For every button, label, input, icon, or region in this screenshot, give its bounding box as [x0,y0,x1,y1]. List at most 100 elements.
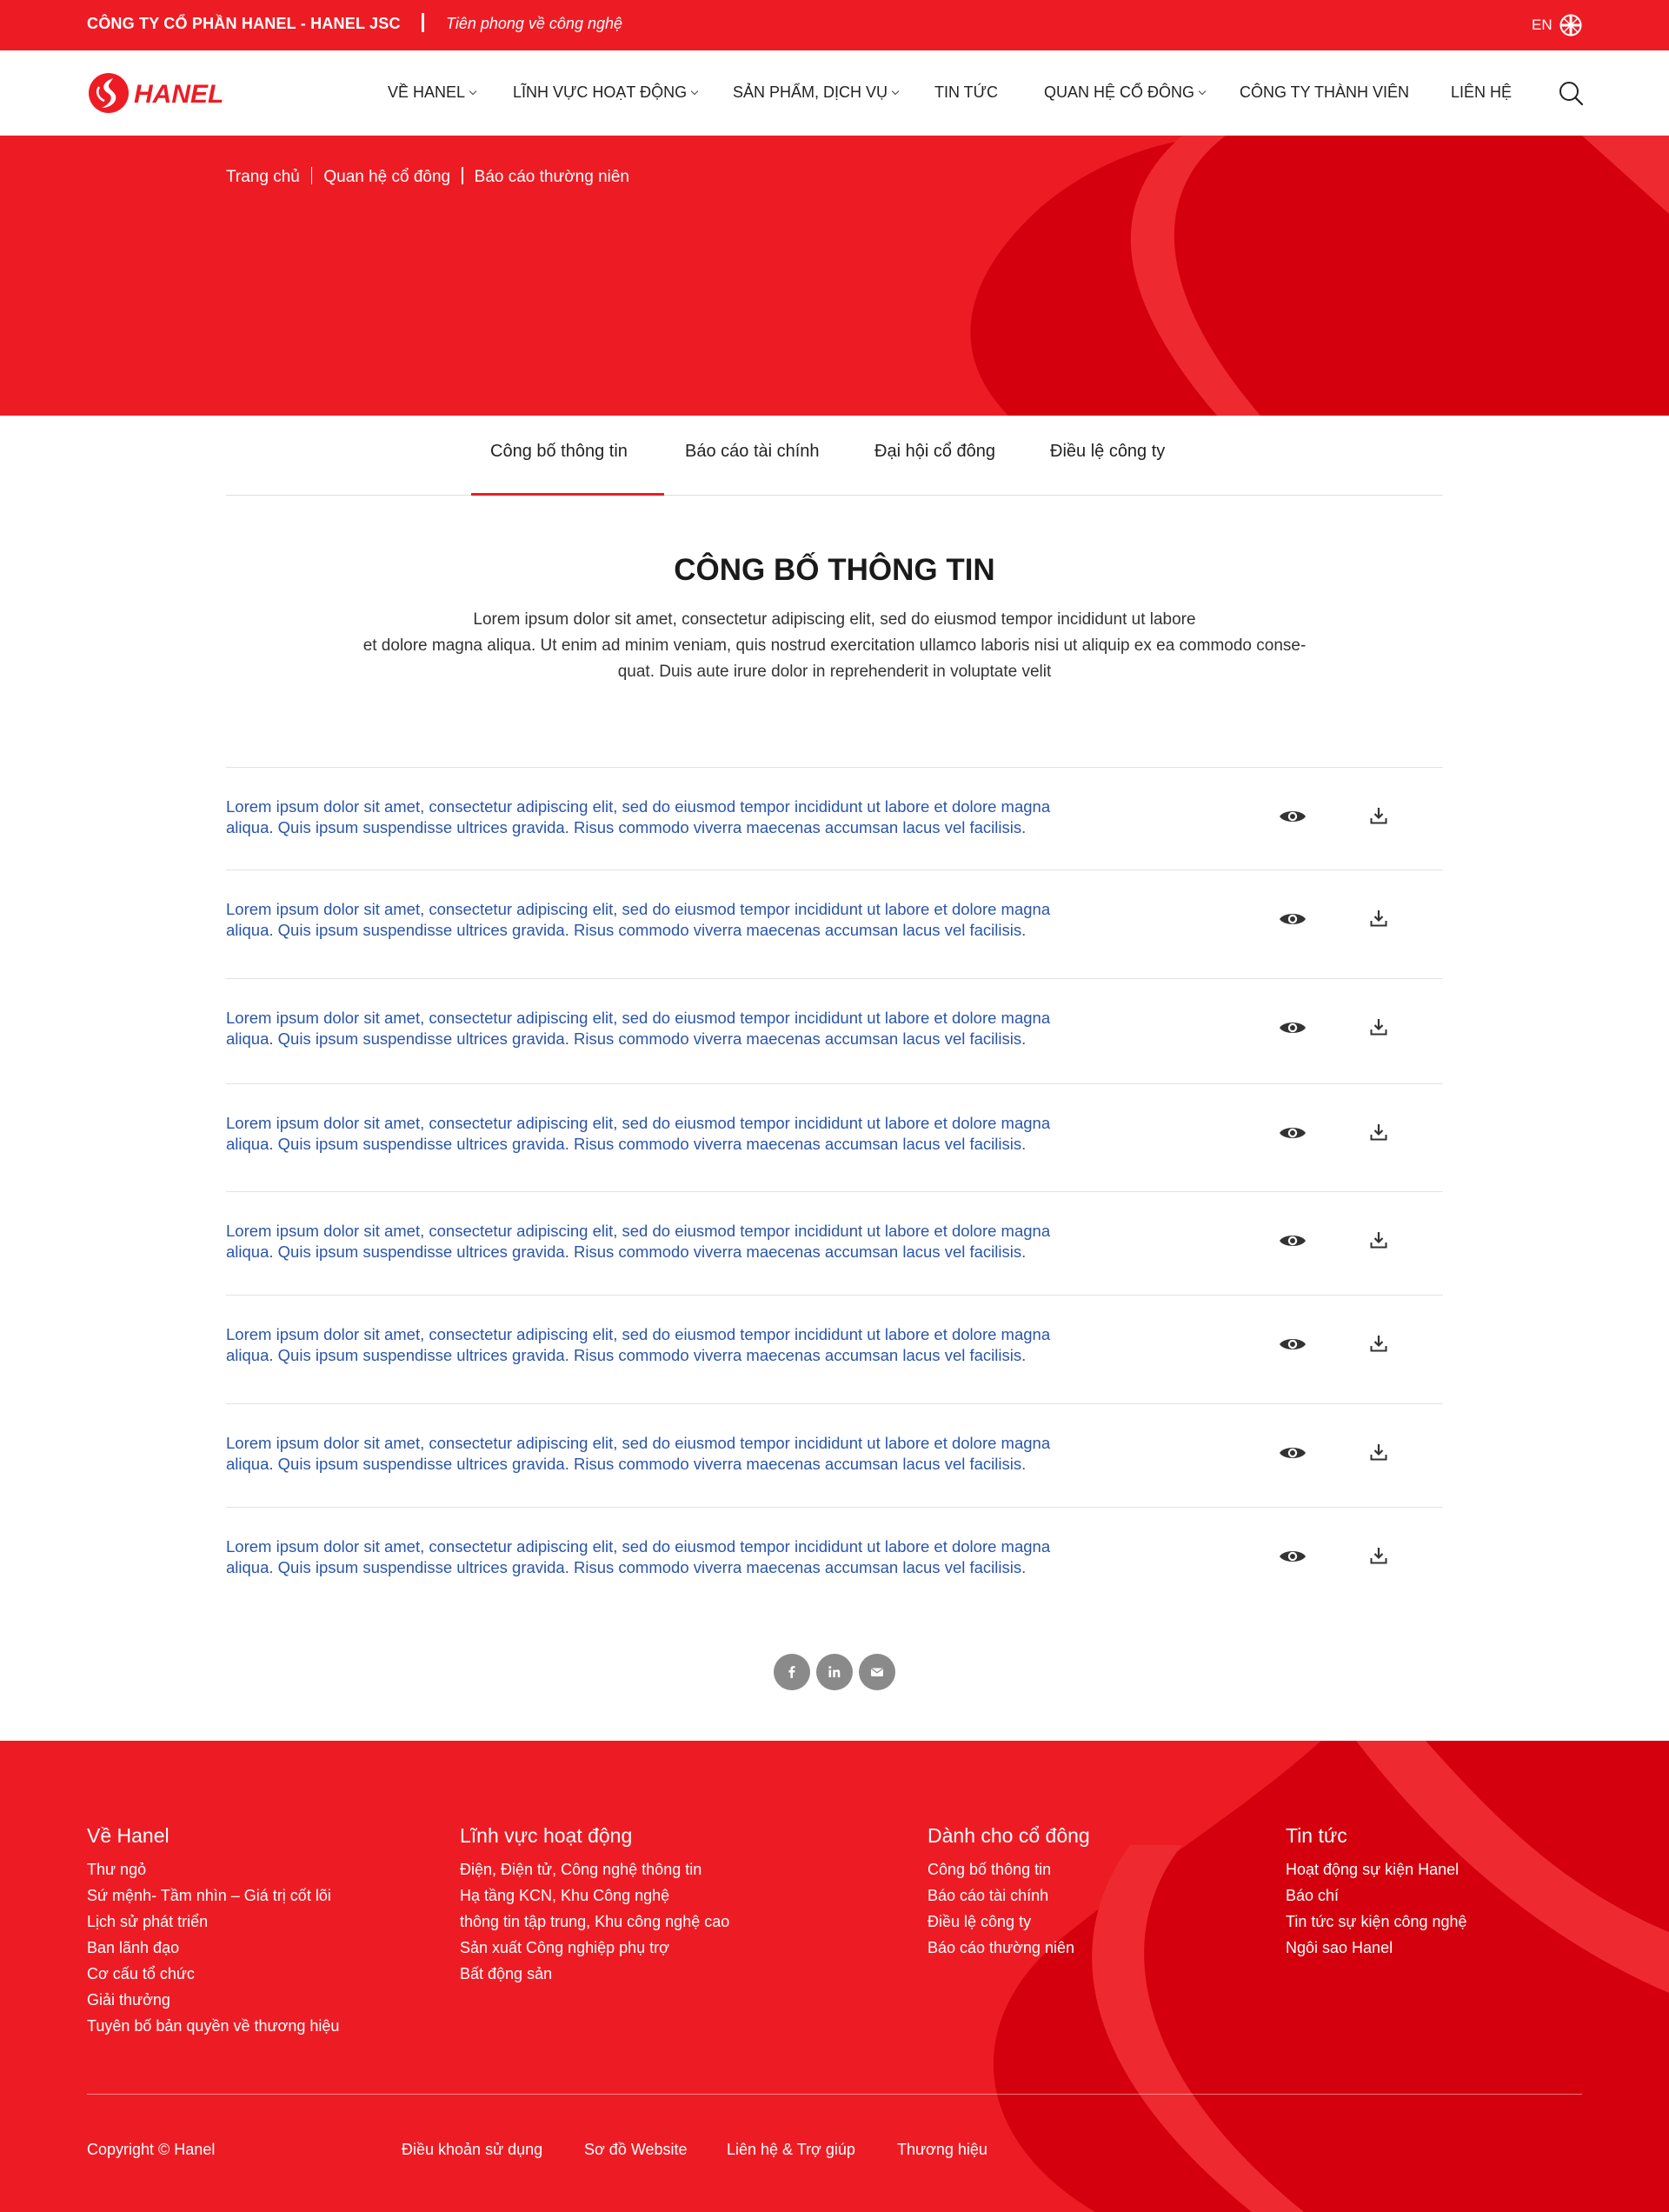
download-icon[interactable] [1369,1546,1388,1565]
nav-linh-vuc-hoat-dong[interactable]: LĨNH VỰC HOẠT ĐỘNG [513,83,699,102]
document-title-link[interactable]: Lorem ipsum dolor sit amet, consectetur … [226,1324,1165,1366]
nav-label: SẢN PHẨM, DỊCH VỤ [733,83,888,101]
eye-icon[interactable] [1278,1231,1307,1250]
linkedin-icon [828,1666,841,1677]
footer-link[interactable]: Bất động sản [460,1961,729,1987]
document-title-line: Lorem ipsum dolor sit amet, consectetur … [226,900,1051,918]
nav-tin-tuc[interactable]: TIN TỨC [934,83,998,102]
eye-icon[interactable] [1278,1335,1307,1354]
document-title-line: aliqua. Quis ipsum suspendisse ultrices … [226,1135,1027,1153]
footer-link[interactable]: Báo chí [1286,1882,1467,1909]
document-row: Lorem ipsum dolor sit amet, consectetur … [226,1295,1443,1403]
document-row: Lorem ipsum dolor sit amet, consectetur … [226,1191,1443,1295]
breadcrumb-shareholder-relations[interactable]: Quan hệ cổ đông [323,168,450,186]
footer-link-list: Điện, Điện tử, Công nghệ thông tin Hạ tần… [460,1856,729,1987]
chevron-down-icon [891,87,900,96]
share-linkedin-button[interactable] [816,1654,853,1690]
document-title-link[interactable]: Lorem ipsum dolor sit amet, consectetur … [226,796,1165,838]
footer-link[interactable]: Ban lãnh đạo [87,1935,339,1961]
hanel-logo[interactable]: HANEL [87,70,261,117]
breadcrumb-home[interactable]: Trang chủ [226,168,300,186]
document-title-link[interactable]: Lorem ipsum dolor sit amet, consectetur … [226,1536,1165,1578]
footer-link[interactable]: Điều lệ công ty [928,1909,1090,1935]
download-icon[interactable] [1369,909,1388,928]
language-switch-label[interactable]: EN [1532,17,1553,34]
footer-link[interactable]: Tuyên bố bản quyền về thương hiệu [87,2013,339,2039]
footer-link[interactable]: Sản xuất Công nghiệp phụ trợ [460,1935,729,1961]
document-title-link[interactable]: Lorem ipsum dolor sit amet, consectetur … [226,899,1165,941]
footer-column-title: Tin tức [1286,1824,1347,1847]
nav-label: TIN TỨC [934,83,999,101]
share-facebook-button[interactable] [774,1654,810,1690]
footer-link[interactable]: Lịch sử phát triển [87,1909,339,1935]
tab-cong-bo-thong-tin[interactable]: Công bố thông tin [490,442,628,462]
footer-link[interactable]: Báo cáo thường niên [928,1935,1090,1961]
chevron-down-icon [1198,87,1207,96]
nav-quan-he-co-dong[interactable]: QUAN HỆ CỔ ĐÔNG [1044,83,1207,102]
download-icon[interactable] [1369,1442,1388,1462]
footer-link[interactable]: Cơ cấu tổ chức [87,1961,339,1987]
footer-link-help[interactable]: Liên hệ & Trợ giúp [727,2141,855,2159]
nav-ve-hanel[interactable]: VỀ HANEL [388,83,477,102]
mail-icon [871,1668,883,1676]
download-icon[interactable] [1369,1230,1388,1249]
footer-link-sitemap[interactable]: Sơ đồ Website [584,2141,688,2159]
footer-col-about: Về Hanel Thư ngỏ Sứ mệnh- Tầm nhìn – Giá t… [87,1824,339,2039]
footer-link-terms[interactable]: Điều khoản sử dụng [402,2141,542,2159]
eye-icon[interactable] [1278,807,1307,826]
document-row: Lorem ipsum dolor sit amet, consectetur … [226,767,1443,869]
description-line: et dolore magna aliqua. Ut enim ad minim… [362,636,1307,655]
footer-divider [87,2094,1582,2095]
footer-link[interactable]: Ngôi sao Hanel [1286,1935,1467,1961]
tab-dieu-le-cong-ty[interactable]: Điều lệ công ty [1050,442,1165,462]
nav-cong-ty-thanh-vien[interactable]: CÔNG TY THÀNH VIÊN [1240,83,1409,102]
eye-icon[interactable] [1278,1123,1307,1143]
document-title-link[interactable]: Lorem ipsum dolor sit amet, consectetur … [226,1433,1165,1475]
eye-icon[interactable] [1278,1547,1307,1566]
nav-san-pham-dich-vu[interactable]: SẢN PHẨM, DỊCH VỤ [733,83,900,102]
footer-link[interactable]: Hoạt động sự kiện Hanel [1286,1856,1467,1882]
search-icon[interactable] [1558,80,1584,106]
chevron-down-icon [690,87,699,96]
footer-link[interactable]: Hạ tầng KCN, Khu Công nghệ [460,1882,729,1909]
share-email-button[interactable] [859,1654,895,1690]
footer-link[interactable]: Giải thưởng [87,1987,339,2013]
footer-link[interactable]: Báo cáo tài chính [928,1882,1090,1909]
download-icon[interactable] [1369,1123,1388,1142]
document-title-line: aliqua. Quis ipsum suspendisse ultrices … [226,818,1027,836]
download-icon[interactable] [1369,1017,1388,1036]
document-title-link[interactable]: Lorem ipsum dolor sit amet, consectetur … [226,1221,1165,1263]
section-tabs: Công bố thông tin Báo cáo tài chính Đại … [226,416,1443,496]
document-title-link[interactable]: Lorem ipsum dolor sit amet, consectetur … [226,1008,1165,1049]
company-name: CÔNG TY CỔ PHẦN HANEL - HANEL JSC [87,15,401,32]
chevron-down-icon [469,87,477,96]
footer-link[interactable]: Sứ mệnh- Tầm nhìn – Giá trị cốt lõi [87,1882,339,1909]
eye-icon[interactable] [1278,909,1307,929]
footer-link[interactable]: Thư ngỏ [87,1856,339,1882]
footer-link[interactable]: Tin tức sự kiện công nghệ [1286,1909,1467,1935]
document-title-link[interactable]: Lorem ipsum dolor sit amet, consectetur … [226,1113,1165,1155]
footer-link[interactable]: Điện, Điện tử, Công nghệ thông tin [460,1856,729,1882]
facebook-icon [788,1666,795,1678]
top-bar: CÔNG TY CỔ PHẦN HANEL - HANEL JSC Tiên p… [0,0,1669,50]
tab-dai-hoi-co-dong[interactable]: Đại hội cổ đông [874,442,995,462]
eye-icon[interactable] [1278,1443,1307,1462]
document-title-line: aliqua. Quis ipsum suspendisse ultrices … [226,921,1027,939]
footer-col-news: Tin tức Hoạt động sự kiện Hanel Báo chí Tin… [1286,1824,1467,1961]
eye-icon[interactable] [1278,1018,1307,1037]
site-footer: Về Hanel Thư ngỏ Sứ mệnh- Tầm nhìn – Giá t… [0,1741,1669,2212]
tab-bao-cao-tai-chinh[interactable]: Báo cáo tài chính [685,442,820,462]
footer-link[interactable]: thông tin tập trung, Khu công nghệ cao [460,1909,729,1935]
section-title: CÔNG BỐ THÔNG TIN [674,553,995,587]
download-icon[interactable] [1369,1334,1388,1353]
company-slogan: Tiên phong về công nghệ [446,15,623,32]
nav-lien-he[interactable]: LIÊN HỆ [1451,83,1512,102]
topbar-divider [422,13,424,32]
copyright-text: Copyright © Hanel [87,2141,216,2158]
footer-link[interactable]: Công bố thông tin [928,1856,1090,1882]
download-icon[interactable] [1369,806,1388,825]
uk-flag-icon[interactable] [1559,14,1582,37]
main-header: HANEL VỀ HANEL LĨNH VỰC HOẠT ĐỘNG SẢN PH… [0,50,1669,136]
document-title-line: Lorem ipsum dolor sit amet, consectetur … [226,1114,1051,1132]
footer-link-brand[interactable]: Thương hiệu [897,2141,987,2159]
